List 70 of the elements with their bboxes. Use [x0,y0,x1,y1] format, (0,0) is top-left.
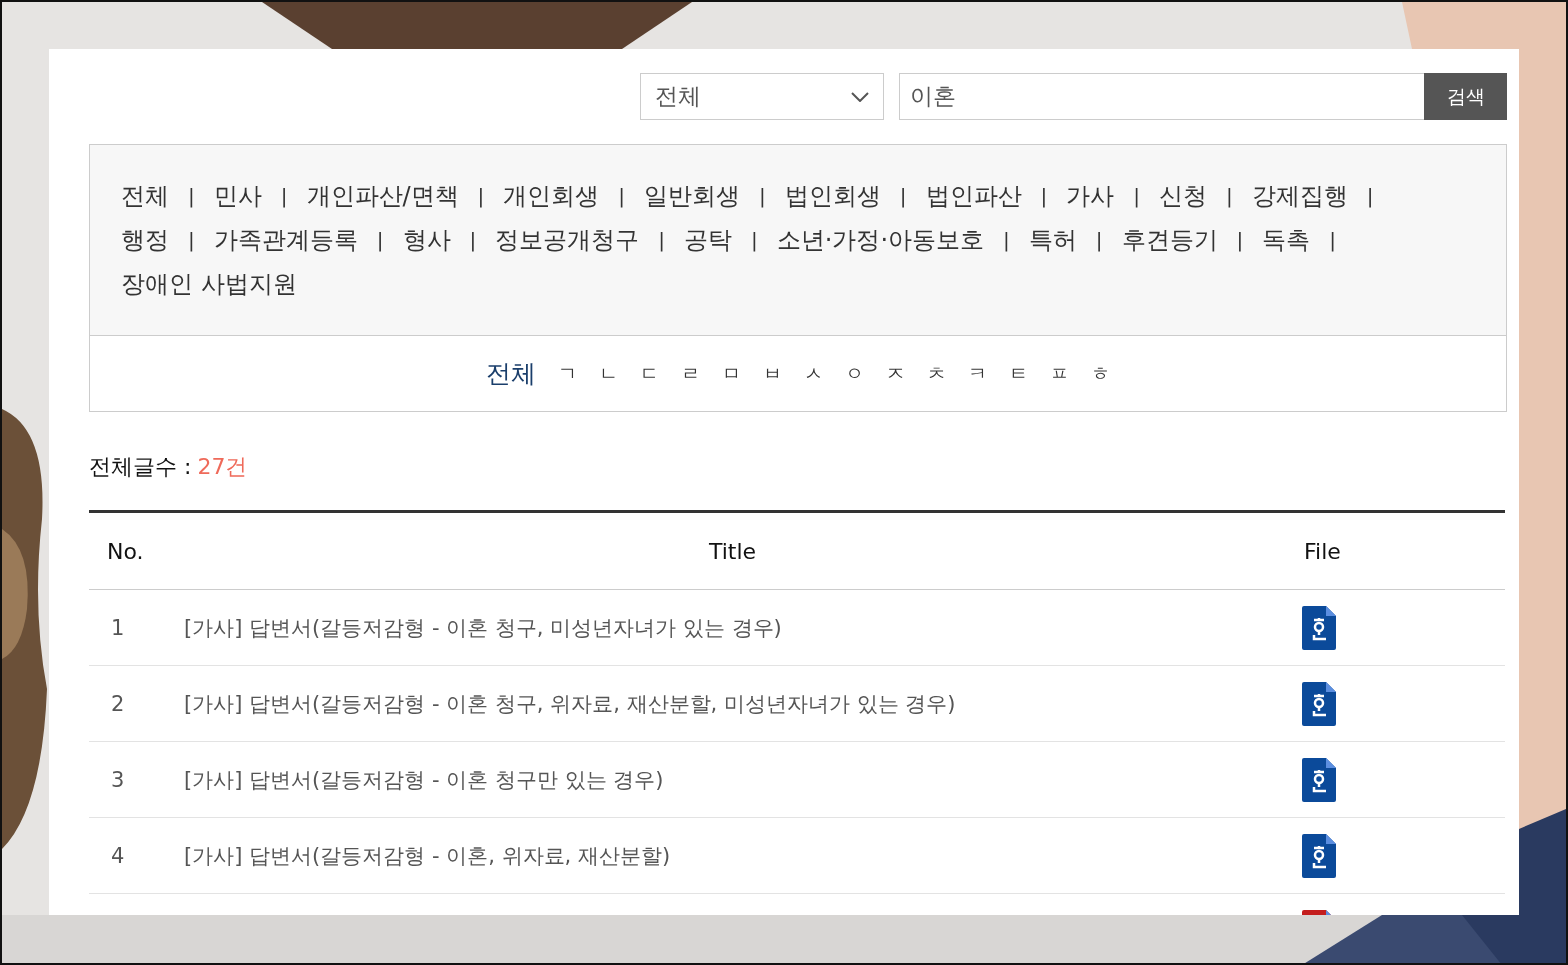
separator: | [618,183,626,210]
post-title-link[interactable]: [가사] 답변서(갈등저감형 - 이혼 청구, 미성년자녀가 있는 경우) [184,613,782,642]
separator: | [376,227,384,254]
category-link[interactable]: 후견등기 [1121,225,1218,255]
category-link[interactable]: 개인파산/면책 [306,181,459,211]
total-count: 27건 [197,453,248,481]
separator: | [477,183,485,210]
initial-filter[interactable]: ㅈ [886,360,905,387]
initial-filter[interactable]: ㅌ [1009,360,1028,387]
initial-filter[interactable]: ㅇ [845,360,864,387]
category-dropdown[interactable]: 전체 [640,73,884,120]
search-button[interactable]: 검색 [1424,73,1507,120]
separator: | [188,227,195,254]
initial-filter[interactable]: ㅁ [722,360,741,387]
category-link[interactable]: 가족관계등록 [213,225,358,255]
category-link[interactable]: 법인회생 [784,181,881,211]
separator: | [1366,183,1374,210]
initial-filter[interactable]: 전체 [486,357,536,390]
column-header: Title [708,538,757,564]
category-link[interactable]: 전체 [121,181,169,211]
initial-filter[interactable]: ㅊ [927,360,946,387]
separator: | [759,183,766,210]
search-field[interactable]: 이혼 [899,73,1424,120]
initial-filter[interactable]: ㅋ [968,360,987,387]
category-link[interactable]: 강제집행 [1251,181,1348,211]
category-link[interactable]: 신청 [1159,181,1208,211]
separator: | [280,183,288,210]
category-link[interactable]: 민사 [213,181,262,211]
initial-filter[interactable]: ㅍ [1050,360,1069,387]
category-link[interactable]: 개인회생 [503,181,600,211]
row-number: 1 [111,615,125,640]
separator: | [188,183,195,210]
post-title-link[interactable]: [가사] 답변서(갈등저감형 - 이혼 청구만 있는 경우) [184,765,664,794]
initial-filter[interactable]: ㄴ [599,360,618,387]
separator: | [1226,183,1233,210]
post-title-link[interactable]: [가사] 답변서(갈등저감형 - 이혼 청구, 위자료, 재산분할, 미성년자녀가 있는 경우) [184,689,956,718]
post-title-link[interactable]: [가사] 답변서(갈등저감형 - 이혼, 위자료, 재산분할) [184,841,671,870]
category-link[interactable]: 소년·가정·아동보호 [776,225,984,255]
row-number: 2 [111,691,125,716]
total-label: 전체글수 : [89,453,192,481]
separator: | [469,227,477,254]
category-link[interactable]: 독촉 [1262,225,1311,255]
category-link[interactable]: 형사 [402,225,451,255]
initial-filter[interactable]: ㄷ [640,360,659,387]
column-header: No. [107,538,144,564]
initial-filter[interactable]: ㅎ [1091,360,1110,387]
separator: | [899,183,907,210]
initial-filter[interactable]: ㄱ [558,360,577,387]
separator: | [1133,183,1141,210]
separator: | [1095,227,1103,254]
category-link[interactable]: 일반회생 [644,181,741,211]
separator: | [658,227,665,254]
column-header: File [1304,538,1341,564]
row-number: 3 [111,767,125,792]
category-link[interactable]: 법인파산 [925,181,1022,211]
category-link[interactable]: 가사 [1066,181,1115,211]
initial-filter[interactable]: ㄹ [681,360,700,387]
initial-filter[interactable]: ㅂ [763,360,782,387]
category-link[interactable]: 정보공개청구 [495,225,640,255]
separator: | [1236,227,1244,254]
separator: | [751,227,758,254]
separator: | [1003,227,1010,254]
initial-filter[interactable]: ㅅ [804,360,823,387]
category-link[interactable]: 특허 [1028,225,1077,255]
category-link[interactable]: 공탁 [684,225,732,255]
separator: | [1040,183,1048,210]
separator: | [1329,227,1336,254]
category-link[interactable]: 장애인 사법지원 [121,269,297,299]
category-link[interactable]: 행정 [121,225,169,255]
row-number: 4 [111,843,125,868]
